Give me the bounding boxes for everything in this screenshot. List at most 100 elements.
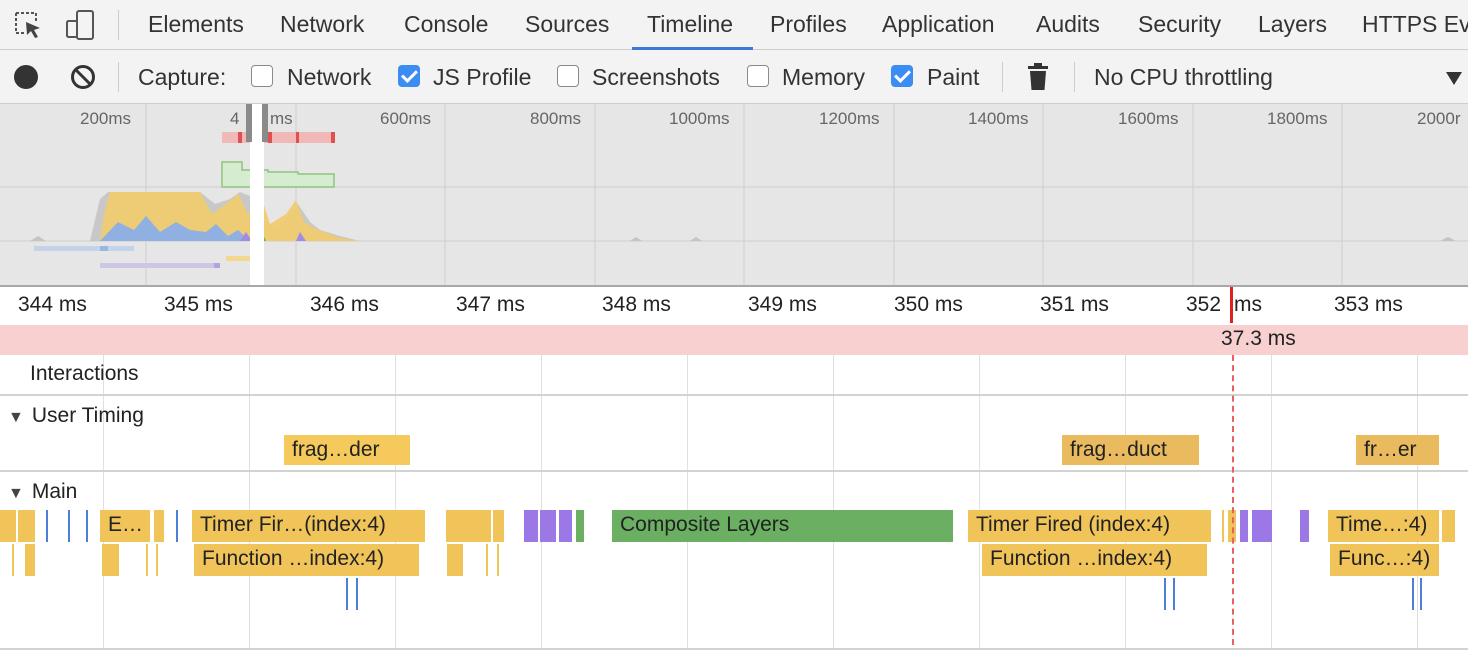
- tab-layers[interactable]: Layers: [1258, 0, 1327, 50]
- flame-event-timer-fired[interactable]: Time…:4): [1328, 510, 1439, 542]
- user-timing-mark[interactable]: frag…der: [284, 435, 410, 465]
- flame-event[interactable]: E…: [100, 510, 150, 542]
- flame-event[interactable]: [497, 544, 499, 576]
- network-checkbox[interactable]: [251, 65, 273, 87]
- flame-event[interactable]: [493, 510, 504, 542]
- overview-tick: 1000ms: [669, 109, 730, 128]
- flame-event[interactable]: [1164, 578, 1166, 610]
- frames-track[interactable]: 37.3 ms: [0, 325, 1468, 355]
- overview-tick: ms: [270, 109, 293, 128]
- ruler-tick: 349 ms: [748, 293, 817, 316]
- flame-event[interactable]: [18, 510, 35, 542]
- flame-event[interactable]: [1252, 510, 1272, 542]
- frame-duration-label: 37.3 ms: [1221, 327, 1296, 350]
- overview-tick: 4: [230, 109, 240, 128]
- flame-event[interactable]: [1300, 510, 1309, 542]
- interactions-track-label: Interactions: [30, 362, 139, 385]
- trash-icon[interactable]: [1027, 63, 1049, 91]
- collapse-triangle-icon[interactable]: ▼: [8, 485, 24, 502]
- tab-timeline[interactable]: Timeline: [647, 0, 733, 50]
- ruler-tick: 345 ms: [164, 293, 233, 316]
- flame-event[interactable]: [156, 544, 158, 576]
- flame-event[interactable]: [154, 510, 164, 542]
- flame-event[interactable]: [486, 544, 488, 576]
- collapse-triangle-icon[interactable]: ▼: [8, 409, 24, 426]
- dropdown-arrow-icon[interactable]: [1446, 72, 1462, 85]
- toolbar-separator: [1002, 62, 1003, 92]
- flame-event[interactable]: [446, 510, 491, 542]
- tab-profiles[interactable]: Profiles: [770, 0, 847, 50]
- screenshots-checkbox[interactable]: [557, 65, 579, 87]
- capture-label: Capture:: [138, 64, 227, 90]
- flame-event-function-call[interactable]: Function …index:4): [982, 544, 1207, 576]
- flame-event-function-call[interactable]: Func…:4): [1330, 544, 1439, 576]
- flame-event[interactable]: [1420, 578, 1422, 610]
- flame-event[interactable]: [176, 510, 178, 542]
- device-toolbar-icon[interactable]: [64, 9, 96, 41]
- tab-audits[interactable]: Audits: [1036, 0, 1100, 50]
- tab-sources[interactable]: Sources: [525, 0, 609, 50]
- clear-button[interactable]: [70, 64, 96, 90]
- flame-event[interactable]: [559, 510, 572, 542]
- timeline-overview[interactable]: 200ms 4 ms 600ms 800ms 1000ms 1200ms 140…: [0, 104, 1468, 287]
- flame-event[interactable]: [1222, 510, 1224, 542]
- tab-network[interactable]: Network: [280, 0, 364, 50]
- ruler-tick: ms: [1234, 293, 1262, 316]
- toolbar-separator: [1074, 62, 1075, 92]
- tab-https[interactable]: HTTPS Ev: [1362, 0, 1468, 50]
- overview-tick: 1200ms: [819, 109, 880, 128]
- flame-event[interactable]: [102, 544, 119, 576]
- js-profile-checkbox-label[interactable]: JS Profile: [433, 50, 531, 104]
- cpu-throttling-select[interactable]: No CPU throttling: [1094, 50, 1273, 104]
- network-checkbox-label[interactable]: Network: [287, 50, 371, 104]
- memory-checkbox[interactable]: [747, 65, 769, 87]
- user-timing-mark[interactable]: fr…er: [1356, 435, 1439, 465]
- flame-event[interactable]: [1240, 510, 1248, 542]
- flame-event[interactable]: [540, 510, 556, 542]
- flame-event-composite-layers[interactable]: Composite Layers: [612, 510, 953, 542]
- flame-event[interactable]: [12, 544, 14, 576]
- paint-checkbox-label[interactable]: Paint: [927, 50, 979, 104]
- js-profile-checkbox[interactable]: [398, 65, 420, 87]
- main-track-header[interactable]: ▼ Main: [8, 480, 77, 504]
- flame-event[interactable]: [146, 544, 148, 576]
- ruler-tick: 350 ms: [894, 293, 963, 316]
- user-timing-mark[interactable]: frag…duct: [1062, 435, 1199, 465]
- flame-event[interactable]: [68, 510, 70, 542]
- flame-event[interactable]: [86, 510, 88, 542]
- ruler-tick: 352: [1186, 293, 1222, 316]
- flame-event[interactable]: [576, 510, 584, 542]
- flame-event-timer-fired[interactable]: Timer Fired (index:4): [968, 510, 1211, 542]
- paint-checkbox[interactable]: [891, 65, 913, 87]
- current-time-marker: [1230, 287, 1233, 323]
- tab-console[interactable]: Console: [404, 0, 488, 50]
- overview-tick: 200ms: [80, 109, 132, 128]
- flame-event[interactable]: [447, 544, 463, 576]
- flame-event[interactable]: [0, 510, 16, 542]
- flame-event[interactable]: [356, 578, 358, 610]
- ruler-tick: 353 ms: [1334, 293, 1403, 316]
- flame-event-function-call[interactable]: Function …index:4): [194, 544, 419, 576]
- tab-elements[interactable]: Elements: [148, 0, 244, 50]
- flame-event[interactable]: [1173, 578, 1175, 610]
- user-timing-track-label: User Timing: [31, 404, 144, 427]
- time-ruler: 344 ms 345 ms 346 ms 347 ms 348 ms 349 m…: [0, 287, 1468, 325]
- record-button[interactable]: [14, 65, 38, 89]
- flame-event[interactable]: [1412, 578, 1414, 610]
- tab-security[interactable]: Security: [1138, 0, 1221, 50]
- tab-application[interactable]: Application: [882, 0, 995, 50]
- flame-event[interactable]: [25, 544, 35, 576]
- inspect-element-icon[interactable]: [12, 9, 44, 41]
- user-timing-track-header[interactable]: ▼ User Timing: [8, 404, 144, 428]
- flame-event-timer-fired[interactable]: Timer Fir…(index:4): [192, 510, 425, 542]
- bottom-divider: [0, 648, 1468, 650]
- flame-event[interactable]: [46, 510, 48, 542]
- overview-tick: 800ms: [530, 109, 582, 128]
- memory-checkbox-label[interactable]: Memory: [782, 50, 865, 104]
- toolbar-separator: [118, 62, 119, 92]
- flame-event[interactable]: [1442, 510, 1455, 542]
- flame-event[interactable]: [524, 510, 538, 542]
- screenshots-checkbox-label[interactable]: Screenshots: [592, 50, 720, 104]
- ruler-tick: 344 ms: [18, 293, 87, 316]
- flame-event[interactable]: [346, 578, 348, 610]
